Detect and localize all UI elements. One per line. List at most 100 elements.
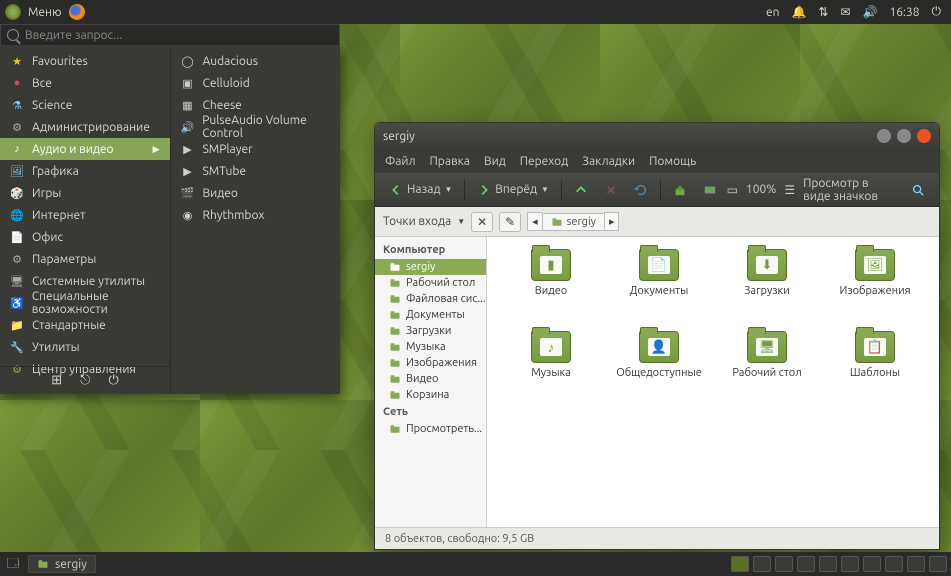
folder-icon bbox=[389, 309, 401, 321]
workspace-4[interactable] bbox=[797, 556, 815, 572]
folder-item[interactable]: 👤Общедоступные bbox=[607, 331, 711, 403]
folder-item[interactable]: ▮Видео bbox=[499, 249, 603, 321]
menu-search[interactable]: Введите запрос... bbox=[0, 24, 340, 46]
volume-icon[interactable]: 🔊 bbox=[863, 5, 878, 19]
clock[interactable]: 16:38 bbox=[889, 6, 919, 19]
menu-category-item[interactable]: 📁Стандартные bbox=[0, 314, 170, 336]
workspace-3[interactable] bbox=[775, 556, 793, 572]
power-icon[interactable]: ⏻ bbox=[932, 5, 942, 19]
sidebar-place-item[interactable]: Видео bbox=[375, 371, 486, 387]
menubar-item[interactable]: Переход bbox=[520, 155, 569, 168]
category-label: Графика bbox=[32, 165, 79, 178]
favorites-toggle-icon[interactable]: ⊞ bbox=[51, 373, 62, 388]
menu-application-item[interactable]: ▶SMTube bbox=[171, 160, 341, 182]
sidebar-place-item[interactable]: Файловая сис... bbox=[375, 291, 486, 307]
home-button[interactable] bbox=[667, 180, 693, 200]
workspace-6[interactable] bbox=[841, 556, 859, 572]
places-label[interactable]: Точки входа bbox=[383, 215, 451, 228]
back-button[interactable]: Назад ▼ bbox=[383, 180, 458, 200]
sidebar-place-item[interactable]: Рабочий стол bbox=[375, 275, 486, 291]
sidebar-place-item[interactable]: Музыка bbox=[375, 339, 486, 355]
breadcrumb: ◂ sergiy ▸ bbox=[527, 212, 619, 231]
menubar-item[interactable]: Помощь bbox=[649, 155, 696, 168]
menubar-item[interactable]: Правка bbox=[430, 155, 470, 168]
toolbar: Назад ▼ Вперёд ▼ ▭ 100% ☰ Просм bbox=[375, 173, 939, 207]
menu-application-item[interactable]: 🔊PulseAudio Volume Control bbox=[171, 116, 341, 138]
menu-category-item[interactable]: ⚗Science bbox=[0, 94, 170, 116]
reload-button[interactable] bbox=[628, 180, 654, 200]
chevron-down-icon[interactable]: ▼ bbox=[457, 217, 465, 226]
taskbar-item[interactable]: sergiy bbox=[28, 555, 96, 573]
chevron-down-icon: ▼ bbox=[541, 185, 549, 194]
workspace-8[interactable] bbox=[885, 556, 903, 572]
folder-item[interactable]: 📄Документы bbox=[607, 249, 711, 321]
menu-category-item[interactable]: 🖥Системные утилиты bbox=[0, 270, 170, 292]
menu-button[interactable]: Меню bbox=[28, 6, 62, 19]
up-button[interactable] bbox=[568, 180, 594, 200]
workspace-5[interactable] bbox=[819, 556, 837, 572]
menu-category-item[interactable]: ♿Специальные возможности bbox=[0, 292, 170, 314]
menubar-item[interactable]: Вид bbox=[484, 155, 506, 168]
workspace-1[interactable] bbox=[731, 556, 749, 572]
breadcrumb-item[interactable]: sergiy bbox=[542, 213, 604, 231]
menu-category-item[interactable]: ★Favourites bbox=[0, 50, 170, 72]
workspace-7[interactable] bbox=[863, 556, 881, 572]
menu-application-item[interactable]: 🎬Видео bbox=[171, 182, 341, 204]
stop-button[interactable] bbox=[598, 180, 624, 200]
shutdown-icon[interactable]: ⏻ bbox=[108, 373, 118, 388]
menu-category-item[interactable]: 🌐Интернет bbox=[0, 204, 170, 226]
folder-item[interactable]: ⬇Загрузки bbox=[715, 249, 819, 321]
menu-application-item[interactable]: ▶SMPlayer bbox=[171, 138, 341, 160]
minimize-button[interactable] bbox=[877, 129, 891, 143]
menu-application-item[interactable]: ▦Cheese bbox=[171, 94, 341, 116]
forward-button[interactable]: Вперёд ▼ bbox=[471, 180, 555, 200]
icon-view[interactable]: ▮Видео📄Документы⬇Загрузки🖼Изображения ♪Му… bbox=[487, 237, 939, 527]
sidebar-place-item[interactable]: Загрузки bbox=[375, 323, 486, 339]
folder-item[interactable]: 📋Шаблоны bbox=[823, 331, 927, 403]
menu-category-item[interactable]: 🖼Графика bbox=[0, 160, 170, 182]
menu-category-item[interactable]: 📄Офис bbox=[0, 226, 170, 248]
sidebar-place-item[interactable]: Документы bbox=[375, 307, 486, 323]
crumb-right-icon[interactable]: ▸ bbox=[604, 212, 620, 231]
folder-item[interactable]: 🖼Изображения bbox=[823, 249, 927, 321]
search-button[interactable] bbox=[905, 180, 931, 200]
menu-category-item[interactable]: ⚙Параметры bbox=[0, 248, 170, 270]
workspace-2[interactable] bbox=[753, 556, 771, 572]
menu-category-item[interactable]: ●Все bbox=[0, 72, 170, 94]
crumb-left-icon[interactable]: ◂ bbox=[527, 212, 542, 231]
menu-application-item[interactable]: ◉Rhythmbox bbox=[171, 204, 341, 226]
close-button[interactable] bbox=[917, 129, 931, 143]
logout-icon[interactable]: ⎋ bbox=[80, 373, 90, 388]
menu-category-item[interactable]: 🎲Игры bbox=[0, 182, 170, 204]
notifications-icon[interactable]: 🔔 bbox=[791, 5, 806, 19]
menu-category-item[interactable]: ⚙Администрирование bbox=[0, 116, 170, 138]
menu-application-item[interactable]: ◯Audacious bbox=[171, 50, 341, 72]
mail-icon[interactable]: ✉ bbox=[840, 5, 850, 19]
titlebar[interactable]: sergiy bbox=[375, 123, 939, 149]
show-desktop-icon[interactable]: 🗔 bbox=[4, 555, 22, 573]
workspace-9[interactable] bbox=[907, 556, 925, 572]
ubuntu-mate-logo-icon[interactable] bbox=[4, 3, 22, 21]
view-mode-label[interactable]: Просмотр в виде значков bbox=[803, 177, 897, 203]
computer-button[interactable] bbox=[697, 180, 723, 200]
folder-item[interactable]: 🖥Рабочий стол bbox=[715, 331, 819, 403]
edit-path-icon[interactable]: ✎ bbox=[499, 212, 521, 232]
menu-category-item[interactable]: ♪Аудио и видео▶ bbox=[0, 138, 170, 160]
workspace-10[interactable] bbox=[929, 556, 947, 572]
workspace-switcher[interactable] bbox=[731, 556, 947, 572]
maximize-button[interactable] bbox=[897, 129, 911, 143]
sidebar-place-item[interactable]: Изображения bbox=[375, 355, 486, 371]
pathbar-close-icon[interactable]: ✕ bbox=[471, 212, 493, 232]
folder-item[interactable]: ♪Музыка bbox=[499, 331, 603, 403]
menu-application-item[interactable]: ▣Celluloid bbox=[171, 72, 341, 94]
menubar-item[interactable]: Файл bbox=[385, 155, 416, 168]
sidebar-place-item[interactable]: Корзина bbox=[375, 387, 486, 403]
firefox-icon[interactable] bbox=[68, 3, 86, 21]
sidebar-place-item[interactable]: Просмотреть... bbox=[375, 421, 486, 437]
menubar-item[interactable]: Закладки bbox=[582, 155, 635, 168]
folder-emblem-icon: 🖥 bbox=[756, 338, 778, 356]
keyboard-layout-indicator[interactable]: en bbox=[766, 6, 779, 19]
menu-category-item[interactable]: 🔧Утилиты bbox=[0, 336, 170, 358]
sidebar-place-item[interactable]: sergiy bbox=[375, 259, 486, 275]
network-icon[interactable]: ⇅ bbox=[818, 5, 828, 19]
